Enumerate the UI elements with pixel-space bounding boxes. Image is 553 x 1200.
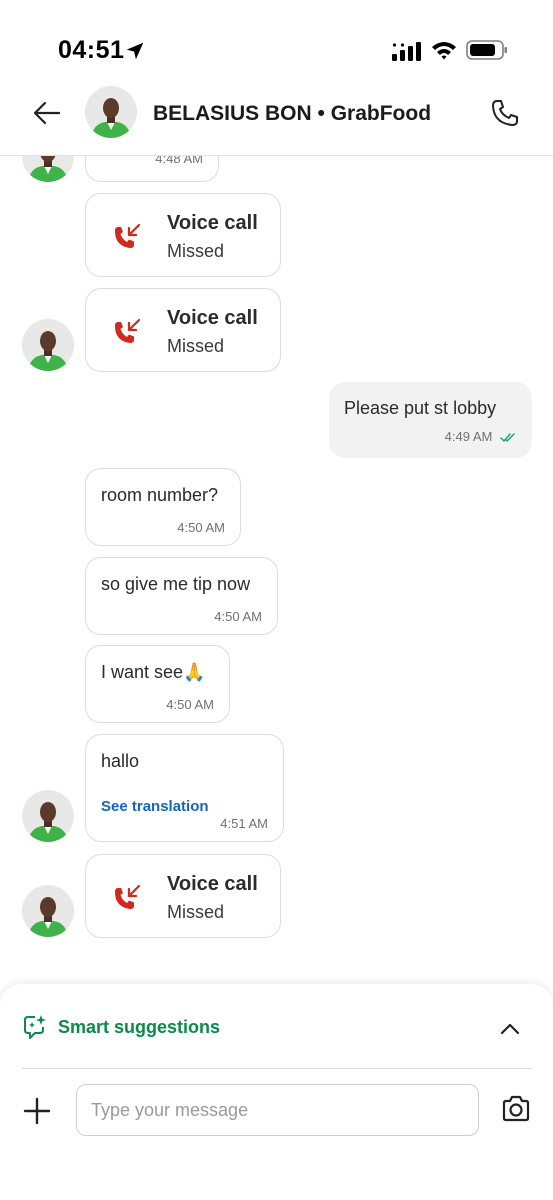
message-text: so give me tip now [101, 574, 251, 594]
message-text: room number? [101, 485, 219, 505]
chat-title: BELASIUS BON • GrabFood [153, 102, 432, 125]
message-list[interactable]: 4:48 AM Voice call Missed Voice call Mis… [0, 156, 553, 986]
sender-avatar [22, 156, 74, 182]
battery-icon [466, 40, 507, 60]
chevron-up-icon[interactable] [498, 1017, 522, 1041]
message-time-row: 4:49 AM [445, 429, 516, 444]
message-time: 4:51 AM [220, 816, 268, 831]
call-status: Missed [167, 336, 225, 356]
incoming-message[interactable]: so give me tip now 4:50 AM [85, 557, 278, 635]
message-text: hallo [101, 751, 140, 771]
call-status: Missed [167, 241, 225, 261]
location-arrow-icon [126, 42, 144, 60]
call-title: Voice call [167, 212, 258, 234]
smart-suggestions-label: Smart suggestions [58, 1017, 221, 1037]
outgoing-message[interactable]: Please put st lobby 4:49 AM [329, 382, 532, 458]
message-text: I want see🙏 [101, 662, 206, 682]
phone-icon[interactable] [490, 98, 520, 128]
sender-avatar [22, 790, 74, 842]
incoming-message[interactable]: I want see🙏 4:50 AM [85, 645, 230, 723]
message-input[interactable] [76, 1084, 479, 1136]
missed-call-card[interactable]: Voice call Missed [85, 288, 281, 372]
back-arrow-icon[interactable] [32, 98, 62, 128]
see-translation-link[interactable]: See translation [101, 798, 209, 815]
message-text: Please put st lobby [344, 398, 497, 418]
missed-call-card[interactable]: Voice call Missed [85, 854, 281, 938]
message-time: 4:49 AM [444, 429, 493, 444]
incoming-message[interactable]: room number? 4:50 AM [85, 468, 241, 546]
message-bubble-partial[interactable]: 4:48 AM [85, 156, 219, 182]
message-time: 4:50 AM [177, 520, 225, 535]
sender-avatar [22, 319, 74, 371]
missed-call-icon [115, 318, 141, 343]
sender-avatar [22, 885, 74, 937]
divider [22, 1068, 532, 1069]
read-receipt-icon [500, 432, 515, 442]
message-time: 4:50 AM [214, 609, 262, 624]
missed-call-icon [115, 884, 141, 909]
message-time: 4:50 AM [166, 697, 214, 712]
incoming-message[interactable]: hallo See translation 4:51 AM [85, 734, 284, 842]
composer-panel: Smart suggestions [0, 984, 553, 1200]
cellular-signal-icon [392, 42, 421, 61]
driver-avatar[interactable] [85, 86, 137, 138]
status-time: 04:51 [58, 36, 125, 64]
plus-icon[interactable] [22, 1096, 52, 1126]
camera-icon[interactable] [500, 1094, 532, 1124]
call-status: Missed [167, 902, 225, 922]
smart-suggestions-toggle[interactable]: Smart suggestions [0, 1006, 553, 1050]
missed-call-card[interactable]: Voice call Missed [85, 193, 281, 277]
missed-call-icon [115, 223, 141, 248]
chat-header: BELASIUS BON • GrabFood [0, 80, 553, 156]
call-title: Voice call [167, 873, 258, 895]
wifi-icon [432, 42, 456, 60]
call-title: Voice call [167, 307, 258, 329]
status-bar: 04:51 [0, 0, 553, 90]
sparkle-chat-icon [24, 1015, 46, 1039]
message-time: 4:48 AM [155, 156, 203, 166]
